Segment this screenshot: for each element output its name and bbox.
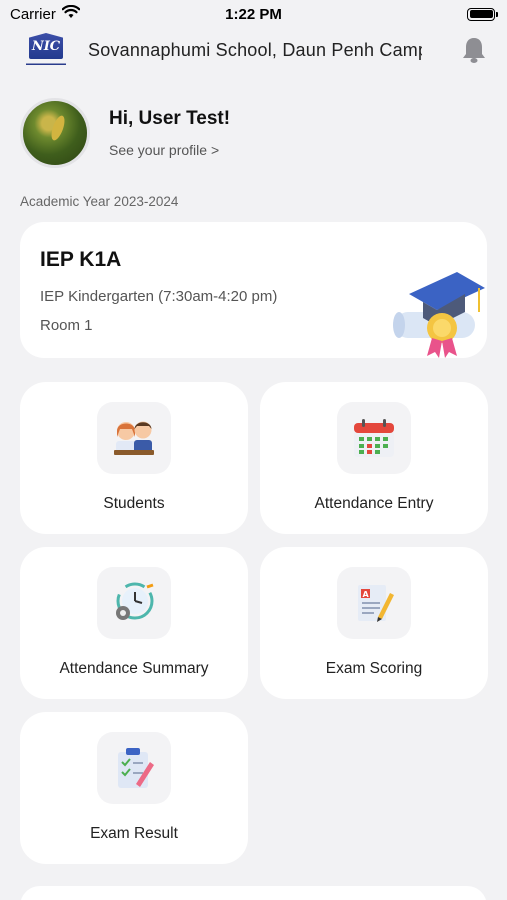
attendance-entry-tile[interactable]: Attendance Entry: [260, 382, 488, 534]
exam-scoring-label: Exam Scoring: [325, 660, 423, 677]
wifi-icon: [61, 4, 81, 23]
attendance-summary-label: Attendance Summary: [59, 660, 209, 677]
greeting: Hi, User Test!: [109, 108, 231, 129]
attendance-entry-label: Attendance Entry: [314, 495, 434, 512]
avatar[interactable]: [20, 98, 90, 168]
exam-result-tile[interactable]: Exam Result: [20, 712, 248, 864]
exam-pencil-icon: A: [358, 585, 394, 622]
school-logo[interactable]: NIC ▬▬▬▬▬▬▬▬: [20, 29, 72, 71]
profile-section[interactable]: Hi, User Test! See your profile >: [20, 98, 230, 168]
clock-time: 1:22 PM: [225, 5, 282, 23]
battery-icon: [467, 7, 498, 21]
students-icon: [114, 421, 154, 455]
exam-result-label: Exam Result: [90, 825, 178, 842]
svg-text:A: A: [363, 590, 370, 599]
calendar-icon: [354, 419, 394, 457]
clipboard-checklist-icon: [118, 748, 154, 788]
school-name: Sovannaphumi School, Daun Penh Campus: [88, 39, 422, 60]
academic-year-label: Academic Year 2023-2024: [20, 194, 179, 209]
bell-icon[interactable]: [457, 33, 491, 67]
status-bar: Carrier 1:22 PM: [0, 0, 507, 28]
app-header: NIC ▬▬▬▬▬▬▬▬ Sovannaphumi School, Daun P…: [0, 28, 507, 72]
exam-scoring-tile[interactable]: A Exam Scoring: [260, 547, 488, 699]
partial-card: [20, 886, 487, 900]
students-tile[interactable]: Students: [20, 382, 248, 534]
graduation-cap-icon: [393, 272, 485, 358]
class-card[interactable]: IEP K1A IEP Kindergarten (7:30am-4:20 pm…: [20, 222, 487, 358]
carrier-label: Carrier: [10, 5, 56, 23]
see-profile-link[interactable]: See your profile >: [109, 142, 230, 158]
clock-gear-icon: [116, 582, 154, 620]
students-label: Students: [103, 495, 165, 512]
attendance-summary-tile[interactable]: Attendance Summary: [20, 547, 248, 699]
